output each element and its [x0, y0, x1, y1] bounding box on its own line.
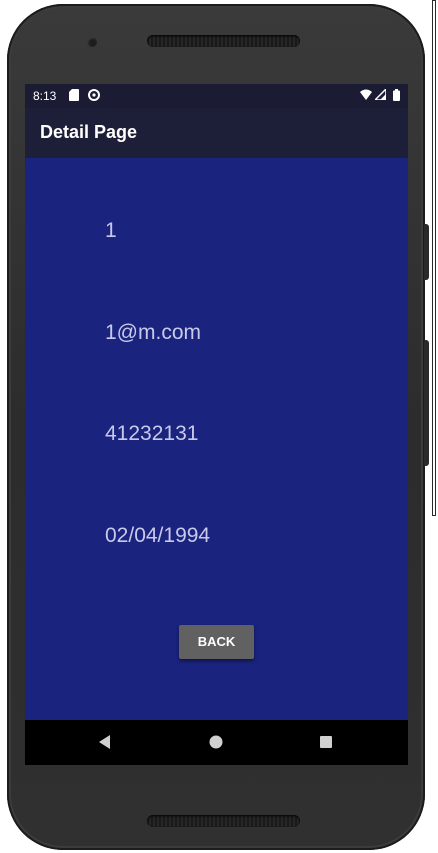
app-bar: Detail Page	[25, 108, 408, 158]
device-screen: 8:13 Detail Page 1 1@m.com 41232131 02/0…	[25, 84, 408, 765]
side-panel-edge	[432, 0, 436, 516]
back-triangle-icon[interactable]	[95, 732, 115, 752]
battery-icon	[393, 89, 400, 101]
bottom-speaker	[147, 815, 300, 827]
sync-icon	[88, 89, 100, 101]
status-time: 8:13	[33, 89, 57, 103]
top-speaker	[147, 35, 300, 47]
detail-phone: 41232131	[105, 422, 199, 445]
detail-id: 1	[105, 219, 117, 242]
sd-card-icon	[69, 89, 79, 101]
home-circle-icon[interactable]	[206, 732, 226, 752]
status-bar: 8:13	[25, 84, 408, 108]
recents-square-icon[interactable]	[316, 732, 336, 752]
detail-content: 1 1@m.com 41232131 02/04/1994 BACK	[25, 158, 408, 720]
detail-email: 1@m.com	[105, 321, 201, 344]
device-stage: 8:13 Detail Page 1 1@m.com 41232131 02/0…	[0, 0, 438, 853]
detail-birth-date: 02/04/1994	[105, 524, 211, 547]
wifi-icon	[360, 89, 372, 100]
navigation-bar	[25, 720, 408, 765]
power-button[interactable]	[424, 224, 429, 280]
volume-rocker[interactable]	[424, 340, 429, 466]
signal-icon	[375, 89, 386, 100]
back-button[interactable]: BACK	[179, 625, 254, 659]
page-title: Detail Page	[40, 122, 138, 142]
front-camera	[87, 37, 97, 47]
